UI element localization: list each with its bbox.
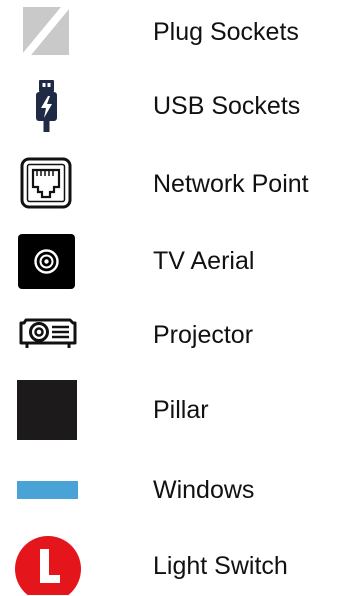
legend-icon-cell: [0, 380, 94, 440]
legend-item-plug-sockets: Plug Sockets: [0, 2, 362, 62]
legend-icon-cell: [0, 2, 94, 62]
legend-icon-cell: [0, 460, 94, 520]
legend-label-projector: Projector: [153, 321, 254, 349]
legend-item-light-switch: Light Switch: [0, 536, 362, 596]
legend-item-windows: Windows: [0, 460, 362, 520]
legend-label-usb-sockets: USB Sockets: [153, 92, 301, 120]
legend-icon-cell: [0, 536, 94, 596]
legend-label-tv-aerial: TV Aerial: [153, 247, 255, 275]
legend: Plug Sockets USB Sockets Network Point T…: [0, 0, 362, 595]
tv-aerial-socket-icon: [18, 234, 75, 289]
window-bar-icon: [17, 481, 78, 499]
legend-item-usb-sockets: USB Sockets: [0, 76, 362, 136]
legend-item-pillar: Pillar: [0, 380, 362, 440]
legend-label-network-point: Network Point: [153, 170, 309, 198]
legend-label-pillar: Pillar: [153, 396, 209, 424]
legend-icon-cell: [0, 231, 94, 291]
legend-label-windows: Windows: [153, 476, 255, 504]
light-switch-l-icon: [15, 536, 81, 595]
projector-icon: [19, 318, 77, 348]
legend-item-tv-aerial: TV Aerial: [0, 231, 362, 291]
network-port-icon: [20, 157, 72, 209]
plug-socket-swatch-icon: [23, 7, 69, 55]
legend-label-plug-sockets: Plug Sockets: [153, 18, 299, 46]
usb-plug-icon: [36, 80, 57, 132]
legend-label-light-switch: Light Switch: [153, 552, 288, 580]
legend-item-network-point: Network Point: [0, 154, 362, 214]
legend-icon-cell: [0, 305, 94, 365]
legend-icon-cell: [0, 76, 94, 136]
pillar-square-icon: [17, 380, 77, 440]
legend-item-projector: Projector: [0, 305, 362, 365]
legend-icon-cell: [0, 154, 94, 214]
